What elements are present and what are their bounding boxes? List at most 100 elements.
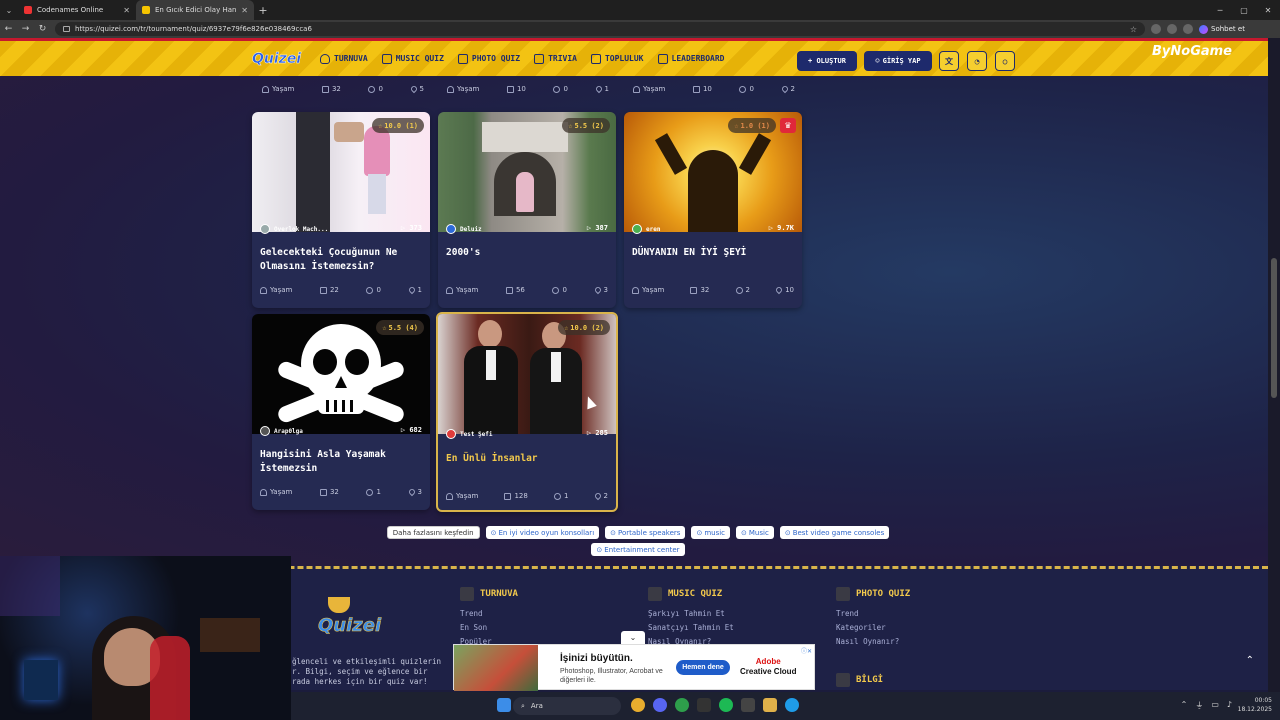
chevron-up-icon[interactable]: ⌃ [1181,700,1188,711]
quiz-title[interactable]: Gelecekteki Çocuğunun Ne Olmasını İsteme… [260,246,420,274]
quiz-card[interactable]: ☆ 10.0 (1) Overlok Mach... ▷ 373 Gelecekt… [252,112,430,308]
suggestion-chip[interactable]: ⊙ Music [736,526,774,539]
extension-icon[interactable] [1167,24,1177,34]
quiz-title[interactable]: 2000's [446,246,606,260]
site-info-icon[interactable] [63,26,70,32]
quiz-title[interactable]: En Ünlü İnsanlar [446,452,606,466]
terminal-icon[interactable] [697,698,711,712]
discord-icon[interactable] [653,698,667,712]
ad-cta-button[interactable]: Hemen dene [676,660,730,675]
clock[interactable]: 00:05 18.12.2025 [1238,696,1272,714]
chevron-down-icon: ⌄ [629,633,637,642]
author[interactable]: Arap0lga [260,426,303,436]
shirt-shape [551,352,561,382]
xbox-icon[interactable] [675,698,689,712]
suggestion-chip[interactable]: ⊙ Best video game consoles [779,526,890,539]
reload-icon[interactable]: ↻ [34,24,51,34]
browser-tab[interactable]: Codenames Online ✕ [18,0,136,20]
minimize-icon[interactable]: ─ [1208,6,1232,15]
quiz-title[interactable]: Hangisini Asla Yaşamak İstemezsin [260,448,420,476]
address-bar-row: ← → ↻ https://quizei.com/tr/tournament/q… [0,20,1280,38]
notification-button[interactable]: ◔ [967,51,987,71]
page-scrollbar[interactable] [1268,38,1280,692]
discover-more-chip[interactable]: Daha fazlasını keşfedin [386,526,480,539]
category-label: Yaşam [457,85,480,93]
media-icon[interactable] [741,698,755,712]
usb-icon[interactable]: ⏚ [1195,700,1203,711]
edge-icon[interactable] [785,698,799,712]
search-button[interactable]: ○ [995,51,1015,71]
quiz-card[interactable]: ☆ 10.0 (2) Test Şefi ▷ 285 En Ünlü İnsanl… [436,312,618,512]
category-icon [262,85,269,93]
nav-leaderboard[interactable]: LEADERBOARD [657,53,724,64]
start-icon[interactable] [497,698,511,712]
scroll-to-top-icon[interactable]: ⌃ [1246,655,1254,666]
scrollbar-thumb[interactable] [1271,258,1277,398]
close-window-icon[interactable]: ✕ [1256,6,1280,15]
footer-link[interactable]: En Son [460,623,518,632]
favorites-icon[interactable] [1151,24,1161,34]
category-stat: Yaşam [262,85,294,93]
create-button[interactable]: + OLUŞTUR [797,51,857,71]
author[interactable]: Deluiz [446,224,482,234]
footer-link[interactable]: Kategoriler [836,623,910,632]
ad-close-icon[interactable]: ⓘ✕ [801,646,812,655]
bookmark-star-icon[interactable]: ☆ [1130,25,1137,34]
nav-music-quiz[interactable]: MUSIC QUIZ [381,53,444,64]
nav-photo-quiz[interactable]: PHOTO QUIZ [457,53,520,64]
url-field[interactable]: https://quizei.com/tr/tournament/quiz/69… [55,22,1145,36]
question-count: 32 [321,85,341,93]
tab-close-icon[interactable]: ✕ [241,6,248,15]
profile-icon[interactable] [1183,24,1193,34]
browser-tab-active[interactable]: En Gıcık Edici Olay Hangisi? - Tier... ✕ [136,0,254,20]
adobe-ad-banner[interactable]: İşinizi büyütün. Photoshop, Illustrator,… [453,644,815,691]
volume-icon[interactable]: ♪ [1227,700,1232,711]
author[interactable]: Test Şefi [446,429,493,439]
quiz-card[interactable]: ☆ 5.5 (2) Deluiz ▷ 387 2000's Yaşam 56 0 … [438,112,616,308]
author[interactable]: Overlok Mach... [260,224,328,234]
footer-heading-label: PHOTO QUIZ [856,589,911,599]
footer-col-bilgi: BİLGİ [836,673,883,690]
search-icon: ⊙ [610,528,617,537]
suggestion-chip[interactable]: ⊙ En iyi video oyun konsolları [485,526,600,539]
network-icon[interactable]: ▭ [1211,700,1219,711]
chrome-icon[interactable] [631,698,645,712]
footer-link[interactable]: Nasıl Oynanır? [836,637,910,646]
footer-link[interactable]: Trend [460,609,518,618]
maximize-icon[interactable]: ▢ [1232,6,1256,15]
tab-close-icon[interactable]: ✕ [123,6,130,15]
sponsor-logo[interactable]: ByNoGame [1152,44,1232,59]
ad-collapse-button[interactable]: ⌄ [621,631,645,644]
back-icon[interactable]: ← [0,24,17,34]
suggestion-chip[interactable]: ⊙ Entertainment center [591,543,685,556]
footer-link[interactable]: Sanatçıyı Tahmin Et [648,623,734,632]
tab-search-icon[interactable]: ⌄ [0,6,18,15]
file-explorer-icon[interactable] [763,698,777,712]
suggestion-chip[interactable]: ⊙ Portable speakers [605,526,686,539]
nav-turnuva[interactable]: TURNUVA [320,53,368,64]
spotify-icon[interactable] [719,698,733,712]
footer-logo[interactable]: Quizei [318,597,381,636]
translate-button[interactable]: 文 [939,51,959,71]
new-tab-icon[interactable]: + [254,4,272,17]
taskbar-search[interactable]: ⌕ Ara [513,697,621,715]
login-button[interactable]: ☺ GİRİŞ YAP [864,51,932,71]
play-count-value: 387 [595,224,608,232]
quiz-card[interactable]: ☆ 1.0 (1) ♛ eren ▷ 9.7K DÜNYANIN EN İYİ Ş… [624,112,802,308]
site-logo[interactable]: Quizei [252,51,302,67]
chat-button[interactable]: Sohbet et [1199,24,1245,34]
footer-col-turnuva: TURNUVA Trend En Son Popüler [460,587,518,651]
quiz-title[interactable]: DÜNYANIN EN İYİ ŞEYİ [632,246,792,260]
forward-icon[interactable]: → [17,24,34,34]
nav-trivia[interactable]: TRIVIA [534,53,577,64]
category-icon [446,286,453,294]
author[interactable]: eren [632,224,660,234]
shirt-shape [486,350,496,380]
nav-topluluk[interactable]: TOPLULUK [590,53,644,64]
footer-link[interactable]: Şarkıyı Tahmin Et [648,609,734,618]
suggestion-chip[interactable]: ⊙ music [691,526,731,539]
like-count-value: 5 [419,85,424,93]
footer-link[interactable]: Trend [836,609,910,618]
quiz-card[interactable]: ☆ 5.5 (4) Arap0lga ▷ 682 Hangisini Asla Y… [252,314,430,510]
question-count: 56 [505,286,525,294]
